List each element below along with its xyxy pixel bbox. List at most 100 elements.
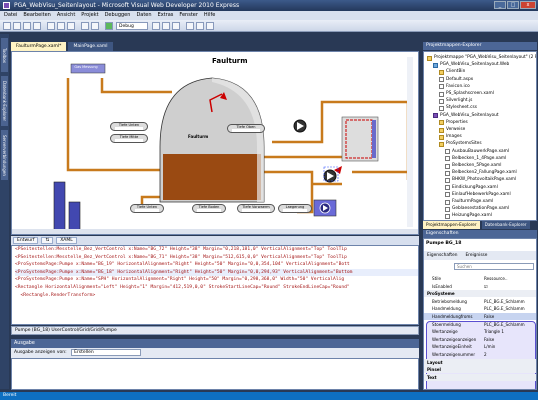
property-row[interactable]: Wertanzeigeanzeigen False: [424, 336, 536, 343]
align-left-icon[interactable]: [186, 22, 194, 30]
open-icon[interactable]: [13, 22, 21, 30]
property-value[interactable]: Ressource..: [484, 275, 534, 282]
property-row[interactable]: IsEnabled ☑: [424, 283, 536, 290]
tab-events[interactable]: Ereignisse: [465, 251, 487, 260]
properties-icon[interactable]: [162, 22, 170, 30]
selected-element-name: Pumpe BG_18: [426, 241, 462, 246]
properties-header: Eigenschaften: [423, 230, 537, 238]
property-value[interactable]: Triangle 1: [484, 328, 534, 335]
xaml-code-editor[interactable]: <PSeitestellen:Messtelle_Bez_VertControl…: [11, 245, 419, 325]
align-center-icon[interactable]: [196, 22, 204, 30]
tab-properties[interactable]: Eigenschaften: [427, 251, 457, 260]
new-project-icon[interactable]: [3, 22, 11, 30]
property-row[interactable]: Betriebsmeldung PLC_BG.E_Schlamm: [424, 298, 536, 305]
menu-datei[interactable]: Datei: [4, 11, 17, 20]
depth-label-1[interactable]: Tiefe Unten: [110, 122, 148, 131]
solution-panel-tabs: Projektmappen-Explorer Datenbank-Explore…: [423, 221, 537, 229]
property-category[interactable]: Text: [424, 373, 536, 382]
tab-mainpage[interactable]: MainPage.xaml: [68, 42, 113, 51]
tree-item[interactable]: HeizungPage.xaml: [424, 212, 492, 220]
web-icon: [433, 62, 438, 68]
menu-daten[interactable]: Daten: [136, 11, 151, 20]
property-value[interactable]: ☑: [484, 283, 534, 290]
property-row[interactable]: Handmeldung PLC_BG.E_Schlamm: [424, 305, 536, 312]
xaml-view-button[interactable]: XAML: [56, 237, 77, 244]
copy-icon[interactable]: [57, 22, 65, 30]
menu-ansicht[interactable]: Ansicht: [57, 11, 75, 20]
properties-search-input[interactable]: Suchen: [454, 263, 534, 270]
depth-label-5[interactable]: Tiefe Boden: [192, 204, 226, 213]
cut-icon[interactable]: [47, 22, 55, 30]
menu-projekt[interactable]: Projekt: [81, 11, 98, 20]
code-line: <PSeitestellen:Messtelle_Bez_VertControl…: [15, 254, 347, 260]
property-value[interactable]: L/min: [484, 343, 534, 350]
property-category[interactable]: ProSysteme: [424, 290, 536, 298]
element-breadcrumb[interactable]: Pumpe (BG_18) UserControl/Grid/Grid/Pump…: [11, 326, 419, 335]
property-category[interactable]: Layout: [424, 358, 536, 366]
designer-hscrollbar[interactable]: [12, 229, 418, 234]
menu-hilfe[interactable]: Hilfe: [204, 11, 215, 20]
tab-solution-explorer[interactable]: Projektmappen-Explorer: [423, 221, 480, 229]
solution-explorer-tree[interactable]: Projektmappe "PGA_WebVisu_Seitenlayout" …: [423, 51, 537, 221]
save-icon[interactable]: [23, 22, 31, 30]
output-text-area[interactable]: [11, 358, 419, 390]
toolbox-icon[interactable]: [172, 22, 180, 30]
storage-column-left: [53, 181, 66, 231]
folder-icon: [439, 127, 444, 133]
output-panel-header: Ausgabe: [11, 339, 419, 348]
folder-icon: [439, 141, 444, 147]
swap-panes-button[interactable]: ⇅: [41, 237, 54, 244]
toolbox-tab[interactable]: Toolbox: [1, 38, 8, 72]
maximize-button[interactable]: □: [507, 1, 519, 9]
design-view-button[interactable]: Entwurf: [13, 237, 39, 244]
xaml-designer-canvas[interactable]: Faulturm Faulturm Gas Messung Tiefe Unte…: [11, 51, 419, 235]
output-toolbar: Ausgabe anzeigen von: Erstellen: [11, 348, 419, 358]
menu-bearbeiten[interactable]: Bearbeiten: [23, 11, 50, 20]
depth-label-7[interactable]: Laegerung: [278, 204, 312, 213]
property-row[interactable]: Wertanzeige Triangle 1: [424, 328, 536, 335]
server-connections-tab[interactable]: Serververbindungen: [1, 130, 8, 180]
start-debug-icon[interactable]: [105, 22, 113, 30]
menu-debuggen[interactable]: Debuggen: [105, 11, 131, 20]
tab-database-explorer[interactable]: Datenbank-Explorer: [481, 221, 530, 229]
depth-label-4[interactable]: Tiefe Unten: [130, 204, 164, 213]
property-key: IsEnabled: [432, 283, 452, 289]
property-key: Betriebsmeldung: [432, 298, 468, 304]
property-value[interactable]: PLC_BG.E_Schlamm: [484, 321, 534, 328]
depth-label-2[interactable]: Tiefe Mitte: [110, 134, 148, 143]
property-value[interactable]: 2: [484, 351, 534, 358]
database-explorer-tab[interactable]: Datenbank-Explorer: [1, 76, 8, 126]
depth-label-6[interactable]: Tiefe Vorwaerm: [237, 204, 275, 213]
tab-faulturmpage[interactable]: FaulturmPage.xaml*: [11, 42, 67, 51]
menu-extras[interactable]: Extras: [158, 11, 174, 20]
property-value[interactable]: False: [484, 336, 534, 343]
code-line: <PSeitestellen:Messtelle_Bez_VertControl…: [15, 247, 347, 252]
output-source-select[interactable]: Erstellen: [71, 349, 142, 356]
property-row[interactable]: Wertanzeigenummer 2: [424, 351, 536, 358]
property-value[interactable]: PLC_BG.E_Schlamm: [484, 305, 534, 312]
property-key: WertanzeigeEinheit: [432, 344, 472, 350]
align-right-icon[interactable]: [206, 22, 214, 30]
property-category[interactable]: Pinsel: [424, 366, 536, 374]
property-row[interactable]: Stile Ressource..: [424, 275, 536, 282]
property-value[interactable]: PLC_BG.E_Schlamm: [484, 298, 534, 305]
code-line: <ProSystemsPage:Pumpe x:Name="BG_18" Hor…: [15, 268, 418, 277]
undo-icon[interactable]: [81, 22, 89, 30]
property-value[interactable]: False: [484, 313, 534, 320]
folder-icon: [439, 120, 444, 126]
paste-icon[interactable]: [67, 22, 75, 30]
close-button[interactable]: x: [520, 1, 536, 9]
redo-icon[interactable]: [91, 22, 99, 30]
property-row[interactable]: Stoermeldung PLC_BG.E_Schlamm: [424, 321, 536, 328]
property-row[interactable]: WertanzeigeEinheit L/min: [424, 343, 536, 350]
left-tool-strip: Toolbox Datenbank-Explorer Serververbind…: [0, 34, 9, 389]
file-icon: [445, 213, 450, 219]
configuration-select[interactable]: Debug: [116, 22, 148, 30]
find-icon[interactable]: [152, 22, 160, 30]
minimize-button[interactable]: _: [494, 1, 506, 9]
menu-fenster[interactable]: Fenster: [179, 11, 198, 20]
property-row[interactable]: Handmeldungfroms False: [424, 313, 536, 321]
save-all-icon[interactable]: [33, 22, 41, 30]
file-icon: [445, 156, 450, 162]
depth-label-3[interactable]: Tiefe Oben: [227, 124, 265, 133]
